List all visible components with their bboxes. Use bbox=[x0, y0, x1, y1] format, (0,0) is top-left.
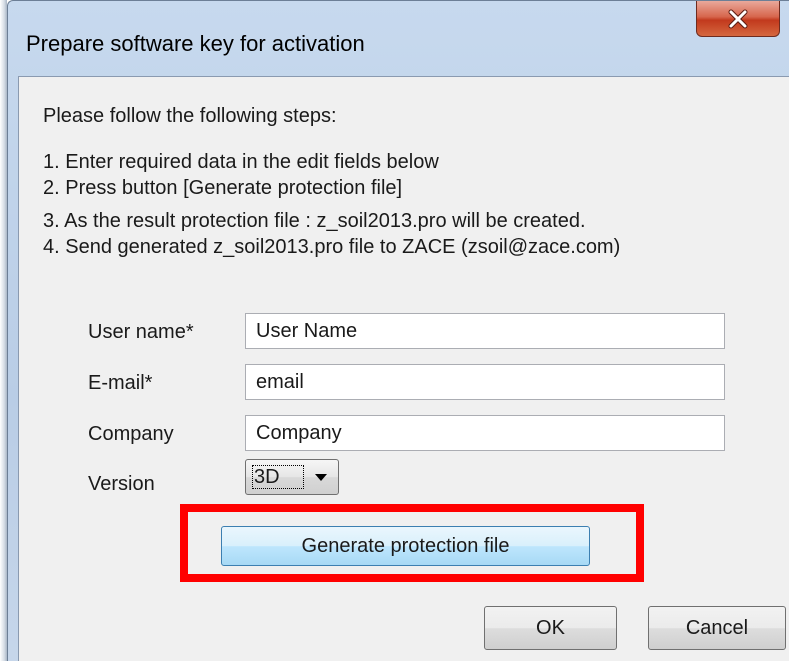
email-input[interactable] bbox=[245, 364, 725, 400]
form-row-company: Company bbox=[19, 415, 789, 455]
instruction-step-1: 1. Enter required data in the edit field… bbox=[43, 151, 439, 173]
instruction-step-4: 4. Send generated z_soil2013.pro file to… bbox=[43, 236, 621, 258]
form-row-user-name: User name* bbox=[19, 313, 789, 353]
dialog-window: Prepare software key for activation Plea… bbox=[7, 0, 789, 661]
instruction-step-2: 2. Press button [Generate protection fil… bbox=[43, 177, 403, 199]
dialog-client-area: Please follow the following steps: 1. En… bbox=[18, 76, 789, 661]
form-row-version: Version 3D bbox=[19, 459, 789, 499]
close-button[interactable] bbox=[696, 1, 780, 37]
version-select[interactable]: 3D bbox=[245, 459, 339, 495]
instructions-heading: Please follow the following steps: bbox=[43, 105, 337, 127]
version-value: 3D bbox=[252, 465, 304, 489]
ok-button[interactable]: OK bbox=[484, 606, 617, 650]
company-input[interactable] bbox=[245, 415, 725, 451]
generate-protection-file-button[interactable]: Generate protection file bbox=[221, 526, 590, 566]
form-row-email: E-mail* bbox=[19, 364, 789, 404]
title-bar[interactable]: Prepare software key for activation bbox=[8, 1, 789, 73]
user-name-label: User name* bbox=[88, 321, 194, 343]
instructions: Please follow the following steps: 1. En… bbox=[43, 103, 620, 260]
background-edge bbox=[0, 0, 7, 661]
version-label: Version bbox=[88, 473, 155, 495]
company-label: Company bbox=[88, 423, 174, 445]
window-title: Prepare software key for activation bbox=[26, 31, 365, 56]
close-icon bbox=[728, 9, 748, 28]
email-label: E-mail* bbox=[88, 372, 153, 394]
dropdown-arrow-icon bbox=[315, 474, 327, 481]
user-name-input[interactable] bbox=[245, 313, 725, 349]
instruction-step-3: 3. As the result protection file : z_soi… bbox=[43, 210, 586, 232]
screen: Prepare software key for activation Plea… bbox=[0, 0, 789, 661]
cancel-button[interactable]: Cancel bbox=[648, 606, 786, 650]
